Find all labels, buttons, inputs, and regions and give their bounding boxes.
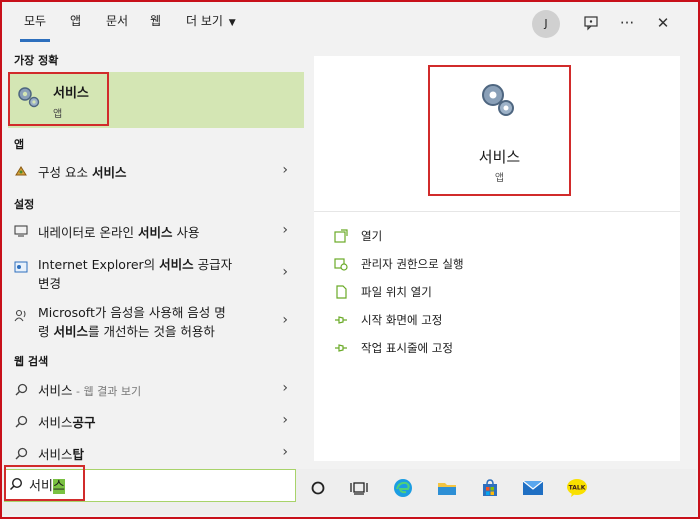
file-icon (334, 285, 348, 299)
result-label-suffix: - 웹 결과 보기 (72, 385, 142, 398)
divider (314, 211, 680, 212)
result-label-bold: 서비스 (137, 225, 173, 240)
result-label: 서비스 (38, 447, 73, 462)
search-icon (14, 446, 28, 460)
result-component-services[interactable]: 구성 요소 서비스 › (8, 160, 304, 186)
svg-text:TALK: TALK (569, 485, 586, 492)
search-top-bar: 모두 앱 문서 웹 더 보기 ▼ J ··· ✕ (2, 2, 696, 42)
result-label: 공급자 (193, 257, 233, 272)
settings-heading: 설정 (14, 198, 35, 211)
services-gear-icon (18, 87, 40, 108)
chevron-right-icon: › (282, 380, 288, 396)
result-label-line2: 변경 (38, 276, 62, 291)
component-services-icon (14, 164, 28, 178)
store-icon[interactable] (479, 477, 501, 499)
chevron-right-icon: › (282, 312, 288, 328)
kakaotalk-icon[interactable]: TALK (566, 477, 588, 499)
chevron-right-icon: › (282, 162, 288, 178)
chevron-right-icon: › (282, 444, 288, 460)
preview-subtitle: 앱 (494, 173, 505, 184)
close-icon[interactable]: ✕ (652, 12, 674, 34)
feedback-icon[interactable] (580, 12, 602, 34)
search-icon (14, 382, 28, 396)
web-result-1[interactable]: 서비스 - 웹 결과 보기 › (8, 378, 304, 404)
result-label-bold: 탑 (72, 447, 85, 462)
action-label: 시작 화면에 고정 (361, 313, 443, 327)
speech-icon (14, 308, 28, 322)
best-match-heading: 가장 정확 (14, 54, 59, 67)
action-label: 작업 표시줄에 고정 (361, 341, 453, 355)
chevron-right-icon: › (282, 264, 288, 280)
avatar[interactable]: J (532, 10, 560, 38)
shield-icon (334, 257, 348, 271)
tab-more[interactable]: 더 보기 ▼ (186, 2, 236, 42)
result-label: 서비스 (38, 415, 73, 430)
chevron-right-icon: › (282, 412, 288, 428)
pin-icon (334, 341, 348, 355)
tab-all[interactable]: 모두 (19, 2, 51, 42)
internet-explorer-icon (14, 260, 28, 274)
result-narrator-setting[interactable]: 내레이터로 온라인 서비스 사용 › (8, 220, 304, 246)
web-result-2[interactable]: 서비스공구 › (8, 410, 304, 436)
result-label-bold: 공구 (72, 415, 96, 430)
action-label: 관리자 권한으로 실행 (361, 257, 464, 271)
result-label: Internet Explorer의 (38, 257, 160, 272)
result-label-bold: 서비스 (91, 165, 127, 180)
narrator-icon (14, 224, 28, 238)
tab-more-label: 더 보기 (186, 14, 223, 28)
more-options-icon[interactable]: ··· (616, 12, 638, 34)
search-icon (14, 414, 28, 428)
cortana-icon[interactable] (307, 477, 329, 499)
tab-web[interactable]: 웹 (150, 2, 161, 42)
services-gear-icon (482, 84, 514, 116)
result-speech-setting[interactable]: Microsoft가 음성을 사용해 음성 명 령 서비스를 개선하는 것을 허… (8, 300, 304, 344)
result-label: 서비스 (38, 383, 73, 398)
apps-heading: 앱 (14, 138, 25, 151)
result-label-bold: 서비스 (159, 257, 194, 272)
mail-icon[interactable] (522, 477, 544, 499)
best-match-title: 서비스 (53, 86, 89, 101)
results-panel: 가장 정확 서비스 앱 앱 구성 요소 서비스 › 설정 내레이터로 온라인 서… (2, 42, 304, 469)
tab-documents[interactable]: 문서 (106, 2, 128, 42)
chevron-right-icon: › (282, 222, 288, 238)
tab-apps[interactable]: 앱 (70, 2, 81, 42)
best-match-subtitle: 앱 (53, 109, 63, 120)
edge-icon[interactable] (392, 477, 414, 499)
search-annotation (4, 465, 85, 501)
pin-icon (334, 313, 348, 327)
result-label-bold: 서비스 (53, 324, 88, 339)
task-view-icon[interactable] (348, 477, 370, 499)
web-search-heading: 웹 검색 (14, 355, 49, 368)
result-label: 사용 (172, 225, 200, 240)
result-label: Microsoft가 음성을 사용해 음성 명 (38, 305, 226, 320)
result-label: 령 (38, 324, 54, 339)
result-label: 내레이터로 온라인 (38, 225, 138, 240)
result-ie-setting[interactable]: Internet Explorer의 서비스 공급자 변경 › (8, 252, 304, 296)
file-explorer-icon[interactable] (436, 477, 458, 499)
preview-title: 서비스 (478, 148, 521, 166)
action-label: 파일 위치 열기 (361, 285, 432, 299)
result-label: 를 개선하는 것을 허용하 (88, 324, 215, 339)
action-label: 열기 (361, 229, 383, 243)
open-icon (334, 229, 348, 243)
result-label: 구성 요소 (38, 165, 92, 180)
chevron-down-icon: ▼ (228, 18, 236, 28)
